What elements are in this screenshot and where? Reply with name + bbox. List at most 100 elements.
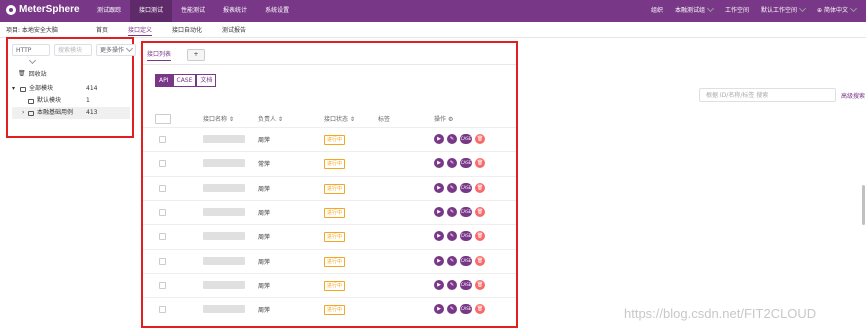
api-name-redacted[interactable] (203, 135, 245, 143)
status-badge: 进行中 (324, 207, 346, 218)
mode-doc-button[interactable]: 文档 (196, 74, 217, 87)
delete-icon[interactable]: 🗑 (475, 231, 485, 242)
edit-icon[interactable]: ✎ (447, 134, 457, 144)
expand-arrow-icon[interactable]: ▾ (12, 83, 20, 95)
row-checkbox[interactable] (159, 208, 166, 216)
protocol-select[interactable]: HTTP (12, 44, 50, 65)
settings-icon[interactable]: ⚙ (448, 116, 453, 123)
delete-icon[interactable]: 🗑 (475, 134, 485, 144)
run-icon[interactable]: ▶ (434, 206, 444, 217)
delete-icon[interactable]: 🗑 (475, 304, 485, 315)
run-icon[interactable]: ▶ (434, 134, 444, 144)
tab-api-list[interactable]: 接口列表 (147, 49, 172, 61)
run-icon[interactable]: ▶ (434, 304, 444, 315)
api-name-redacted[interactable] (203, 305, 245, 314)
add-tab-button[interactable]: + (187, 49, 206, 61)
case-button[interactable]: CASE (460, 279, 472, 290)
tree-node-label: 全部模块 (29, 85, 54, 92)
language-selector[interactable]: ⊕ 简体中文 (817, 0, 858, 22)
delete-icon[interactable]: 🗑 (475, 255, 485, 266)
api-name-redacted[interactable] (203, 256, 245, 265)
more-operations-button[interactable]: 更多操作 (96, 44, 136, 56)
sub-tab[interactable]: 测试报告 (222, 25, 246, 36)
mode-case-button[interactable]: CASE (172, 74, 197, 87)
row-checkbox[interactable] (159, 281, 166, 289)
row-checkbox[interactable] (159, 184, 166, 192)
api-name-redacted[interactable] (203, 232, 245, 241)
case-button[interactable]: CASE (460, 304, 472, 315)
project-selector[interactable]: 项目: 本地安全大脑 (6, 25, 58, 34)
run-icon[interactable]: ▶ (434, 279, 444, 290)
folder-icon (20, 86, 26, 92)
delete-icon[interactable]: 🗑 (475, 158, 485, 169)
table-row[interactable]: 周萍 进行中 ▶ ✎ CASE 🗑 (143, 127, 516, 152)
api-name-redacted[interactable] (203, 159, 245, 168)
run-icon[interactable]: ▶ (434, 255, 444, 266)
edit-icon[interactable]: ✎ (447, 255, 457, 266)
header-name[interactable]: 接口名称 ⇕ (203, 114, 234, 123)
table-row[interactable]: 周萍 进行中 ▶ ✎ CASE 🗑 (143, 248, 516, 274)
header-status[interactable]: 接口状态 ⇕ (324, 114, 355, 123)
org-label: 组织 (650, 7, 663, 14)
api-name-redacted[interactable] (203, 183, 245, 192)
edit-icon[interactable]: ✎ (447, 279, 457, 290)
api-name-redacted[interactable] (203, 280, 245, 289)
table-row[interactable]: 周萍 进行中 ▶ ✎ CASE 🗑 (143, 272, 516, 298)
logo-text: MeterSphere (19, 4, 80, 15)
run-icon[interactable]: ▶ (434, 231, 444, 242)
nav-item[interactable]: 报表统计 (214, 0, 256, 22)
table-row[interactable]: 周萍 进行中 ▶ ✎ CASE 🗑 (143, 199, 516, 225)
folder-icon (28, 110, 34, 116)
search-input[interactable]: 根据 ID/名称/标签 搜索 (699, 88, 836, 102)
chevron-down-icon (706, 4, 715, 13)
row-checkbox[interactable] (159, 136, 166, 143)
tree-node-basic-cases[interactable]: › 本融基础用例 413 (12, 107, 130, 119)
app-logo[interactable]: MeterSphere (6, 4, 80, 15)
tree-node-all[interactable]: ▾ 全部模块 414 (12, 83, 130, 95)
edit-icon[interactable]: ✎ (447, 231, 457, 242)
table-row[interactable]: 周萍 进行中 ▶ ✎ CASE 🗑 (143, 224, 516, 249)
run-icon[interactable]: ▶ (434, 158, 444, 169)
nav-item[interactable]: 系统设置 (256, 0, 298, 22)
delete-icon[interactable]: 🗑 (475, 182, 485, 193)
row-checkbox[interactable] (159, 257, 166, 265)
tree-node-default[interactable]: 默认模块 1 (12, 95, 130, 107)
run-icon[interactable]: ▶ (434, 182, 444, 193)
row-actions: ▶ ✎ CASE 🗑 (434, 279, 485, 290)
sub-tab[interactable]: 接口定义 (128, 25, 153, 36)
module-search-input[interactable]: 搜索模块 (54, 44, 92, 56)
edit-icon[interactable]: ✎ (447, 206, 457, 217)
api-name-redacted[interactable] (203, 207, 245, 216)
select-all-checkbox[interactable] (155, 114, 171, 124)
sub-tab[interactable]: 接口自动化 (172, 25, 202, 36)
table-row[interactable]: 周萍 进行中 ▶ ✎ CASE 🗑 (143, 175, 516, 201)
org-selector[interactable]: 本融测试组 (675, 0, 715, 22)
case-button[interactable]: CASE (460, 134, 472, 144)
case-button[interactable]: CASE (460, 231, 472, 242)
row-checkbox[interactable] (159, 233, 166, 241)
advanced-search-link[interactable]: 高级搜索 (841, 91, 865, 100)
nav-item[interactable]: 接口测试 (130, 0, 173, 22)
delete-icon[interactable]: 🗑 (475, 279, 485, 290)
trash-item[interactable]: 🗑 回收站 (18, 69, 47, 78)
case-button[interactable]: CASE (460, 158, 472, 169)
edit-icon[interactable]: ✎ (447, 304, 457, 315)
mode-api-button[interactable]: API (155, 74, 173, 87)
scrollbar[interactable] (862, 185, 865, 225)
edit-icon[interactable]: ✎ (447, 182, 457, 193)
row-checkbox[interactable] (159, 160, 166, 168)
sub-tab[interactable]: 首页 (96, 25, 108, 36)
workspace-selector[interactable]: 默认工作空间 (761, 0, 807, 22)
case-button[interactable]: CASE (460, 255, 472, 266)
nav-item[interactable]: 测试跟踪 (88, 0, 130, 22)
nav-item[interactable]: 性能测试 (172, 0, 214, 22)
chevron-down-icon (125, 44, 134, 53)
delete-icon[interactable]: 🗑 (475, 206, 485, 217)
header-owner[interactable]: 负责人 ⇕ (258, 114, 283, 123)
edit-icon[interactable]: ✎ (447, 158, 457, 169)
row-checkbox[interactable] (159, 306, 166, 314)
case-button[interactable]: CASE (460, 206, 472, 217)
case-button[interactable]: CASE (460, 182, 472, 193)
table-row[interactable]: 常萍 进行中 ▶ ✎ CASE 🗑 (143, 151, 516, 176)
table-row[interactable]: 周萍 进行中 ▶ ✎ CASE 🗑 (143, 297, 516, 322)
